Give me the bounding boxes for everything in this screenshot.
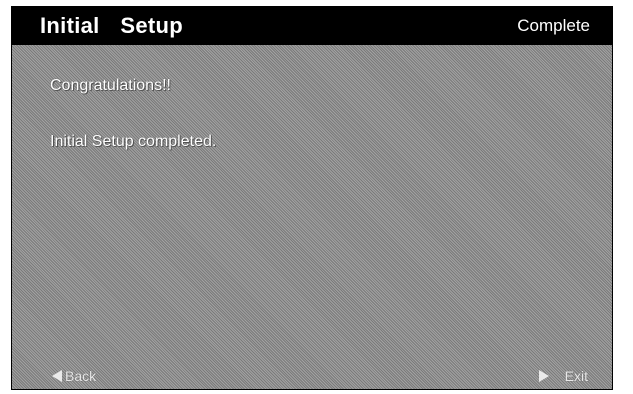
triangle-right-icon — [538, 370, 549, 382]
setup-screen: Initial Setup Complete Congratulations!!… — [11, 6, 613, 390]
setup-completed-text: Initial Setup completed. — [50, 133, 217, 150]
exit-button[interactable]: Exit — [538, 367, 588, 385]
exit-label: Exit — [564, 368, 588, 384]
congratulations-text: Congratulations!! — [50, 77, 171, 94]
triangle-left-icon — [52, 370, 62, 382]
page-title: Initial Setup — [40, 13, 183, 38]
back-button[interactable]: Back — [52, 367, 96, 385]
title-bar: Initial Setup Complete — [12, 7, 612, 45]
back-label: Back — [65, 368, 97, 384]
step-label: Complete — [517, 16, 590, 35]
